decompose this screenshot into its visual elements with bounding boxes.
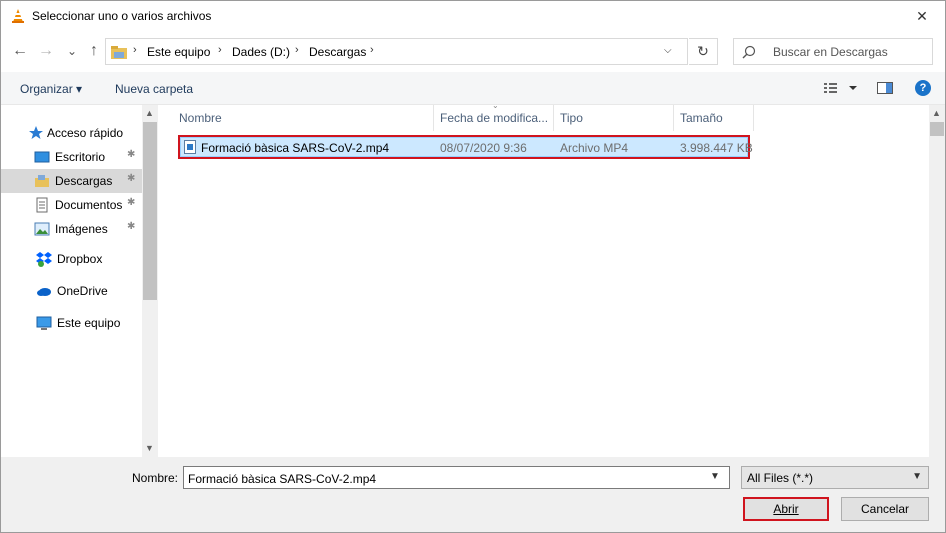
desktop-icon: [34, 151, 50, 163]
file-list: Nombre ⌄ Fecha de modifica... Tipo Tamañ…: [158, 101, 929, 457]
file-type-value: All Files (*.*): [747, 471, 814, 485]
file-size: 3.998.447 KB: [680, 141, 753, 155]
sidebar-item-este-equipo[interactable]: Este equipo: [1, 311, 142, 335]
search-icon: [742, 45, 756, 59]
computer-icon: [36, 316, 52, 330]
sidebar-item-label: OneDrive: [57, 284, 108, 298]
file-type-select[interactable]: All Files (*.*) ▼: [741, 466, 929, 489]
search-input[interactable]: Buscar en Descargas: [733, 38, 933, 65]
chevron-down-icon: ▼: [912, 471, 922, 482]
breadcrumb-separator: ›: [370, 44, 374, 56]
back-button[interactable]: ←: [9, 40, 31, 62]
filename-label: Nombre:: [132, 471, 179, 485]
organize-button[interactable]: Organizar ▾: [20, 82, 82, 96]
sidebar-item-dropbox[interactable]: Dropbox: [1, 247, 142, 271]
up-arrow-icon: ↑: [90, 42, 98, 59]
dialog-footer: Nombre: ▼ All Files (*.*) ▼ Abrir Cancel…: [1, 457, 945, 532]
command-bar: Organizar ▾ Nueva carpeta ?: [1, 72, 945, 105]
sidebar-item-label: Imágenes: [55, 222, 108, 236]
onedrive-icon: [37, 288, 51, 296]
open-button-label: Abrir: [773, 502, 799, 516]
column-header-type[interactable]: Tipo: [554, 105, 674, 131]
column-header-size[interactable]: Tamaño: [674, 105, 754, 131]
help-icon[interactable]: ?: [915, 80, 931, 96]
recent-locations-button[interactable]: ⌄: [61, 40, 83, 62]
file-list-scrollbar[interactable]: ▲: [929, 105, 945, 457]
scrollbar-thumb[interactable]: [143, 122, 157, 300]
breadcrumb-separator: ›: [295, 44, 299, 56]
column-header-name[interactable]: Nombre ⌄: [158, 101, 499, 131]
table-row[interactable]: Formació bàsica SARS-CoV-2.mp4 08/07/202…: [178, 135, 753, 159]
forward-button[interactable]: →: [35, 40, 57, 62]
refresh-button[interactable]: ↻: [689, 38, 718, 65]
breadcrumb-dades-d[interactable]: Dades (D:): [232, 45, 290, 59]
pin-icon: ✱: [127, 149, 136, 160]
pin-icon: ✱: [127, 197, 136, 208]
documents-icon: [36, 197, 48, 213]
back-arrow-icon: ←: [12, 42, 28, 59]
address-dropdown-icon[interactable]: ⌵: [664, 45, 672, 56]
breadcrumb-separator: ›: [218, 44, 222, 56]
sidebar-item-escritorio[interactable]: Escritorio ✱: [1, 145, 142, 169]
scroll-down-icon[interactable]: ▼: [145, 443, 154, 453]
sidebar-item-label: Escritorio: [55, 150, 106, 164]
close-icon: ✕: [916, 8, 928, 24]
downloads-icon: [35, 175, 49, 187]
cancel-button[interactable]: Cancelar: [841, 497, 929, 521]
sidebar-item-descargas[interactable]: Descargas ✱: [1, 169, 142, 193]
sidebar-item-label: Documentos: [55, 198, 123, 212]
forward-arrow-icon: →: [38, 42, 54, 59]
column-header-date[interactable]: Fecha de modifica...: [434, 105, 554, 131]
sidebar-item-label: Este equipo: [57, 316, 121, 330]
downloads-folder-icon: [111, 46, 127, 59]
change-view-icon[interactable]: [823, 81, 863, 95]
chevron-down-icon: ⌄: [66, 44, 78, 58]
open-button[interactable]: Abrir: [743, 497, 829, 521]
sidebar-item-label: Acceso rápido: [47, 126, 124, 140]
sidebar-item-onedrive[interactable]: OneDrive: [1, 279, 142, 303]
address-row: ← → ⌄ ↑ › Este equipo › Dades (D:) › Des…: [1, 32, 945, 72]
file-type: Archivo MP4: [560, 141, 629, 155]
scrollbar-thumb[interactable]: [930, 122, 944, 136]
scroll-up-icon[interactable]: ▲: [145, 108, 154, 118]
pictures-icon: [34, 222, 50, 236]
close-button[interactable]: ✕: [899, 1, 945, 32]
scroll-up-icon[interactable]: ▲: [932, 108, 941, 118]
sidebar-item-label: Dropbox: [57, 252, 103, 266]
breadcrumb-este-equipo[interactable]: Este equipo: [147, 45, 210, 59]
vlc-cone-icon: [12, 9, 24, 23]
window-title: Seleccionar uno o varios archivos: [32, 9, 212, 23]
sidebar-item-imagenes[interactable]: Imágenes ✱: [1, 217, 142, 241]
file-name: Formació bàsica SARS-CoV-2.mp4: [201, 141, 390, 155]
sidebar-item-documentos[interactable]: Documentos ✱: [1, 193, 142, 217]
new-folder-button[interactable]: Nueva carpeta: [115, 82, 193, 96]
mp4-file-icon: [184, 140, 196, 154]
up-button[interactable]: ↑: [83, 40, 105, 62]
preview-pane-icon[interactable]: [877, 81, 893, 95]
star-icon: [29, 126, 43, 139]
breadcrumb-separator: ›: [133, 44, 137, 56]
pin-icon: ✱: [127, 173, 136, 184]
sidebar-item-label: Descargas: [55, 174, 113, 188]
pin-icon: ✱: [127, 221, 136, 232]
dropbox-icon: [36, 252, 52, 267]
navigation-pane: Acceso rápido Escritorio ✱ Descargas ✱ D…: [1, 105, 158, 457]
search-placeholder: Buscar en Descargas: [773, 45, 888, 59]
breadcrumb-descargas[interactable]: Descargas: [309, 45, 366, 59]
refresh-icon: ↻: [697, 43, 709, 59]
sidebar-item-acceso-rapido[interactable]: Acceso rápido: [1, 121, 142, 145]
filename-input[interactable]: [183, 466, 730, 489]
file-date: 08/07/2020 9:36: [440, 141, 527, 155]
nav-scrollbar[interactable]: ▲ ▼: [142, 105, 158, 457]
title-bar: Seleccionar uno o varios archivos ✕: [1, 1, 945, 32]
chevron-down-icon[interactable]: ▼: [710, 471, 720, 482]
address-bar[interactable]: › Este equipo › Dades (D:) › Descargas ›…: [105, 38, 688, 65]
open-file-dialog: Seleccionar uno o varios archivos ✕ ← → …: [0, 0, 946, 533]
